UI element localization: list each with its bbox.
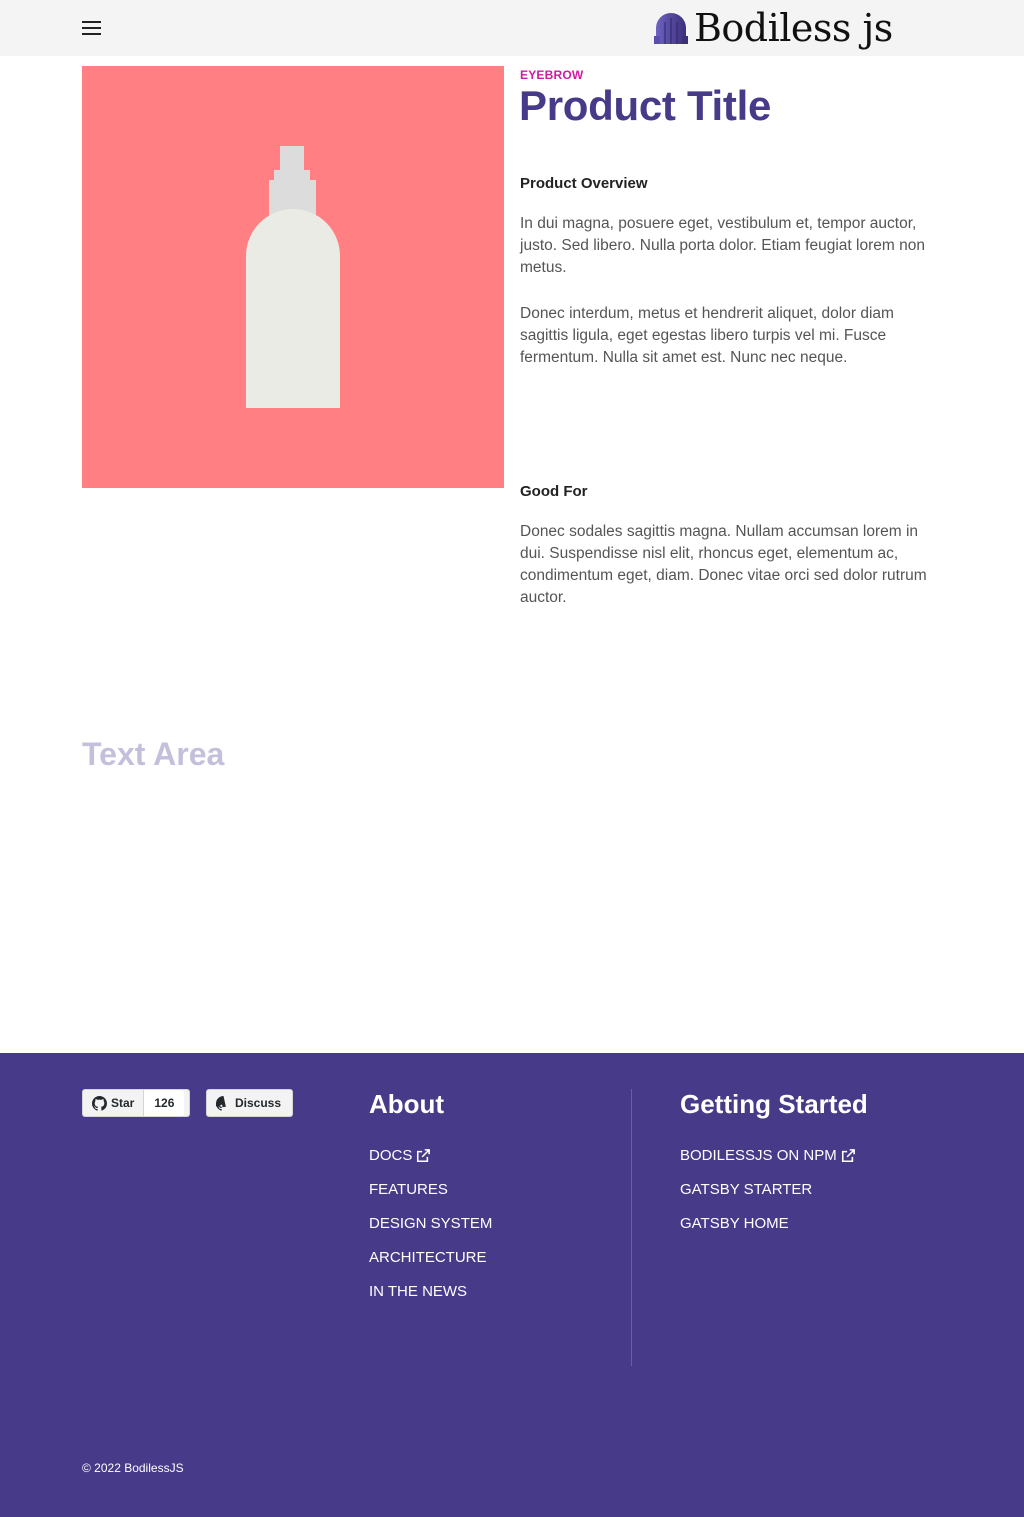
site-logo[interactable]: Bodiless js (654, 6, 893, 50)
overview-paragraph: In dui magna, posuere eget, vestibulum e… (520, 215, 925, 276)
github-icon (92, 1095, 107, 1111)
site-header: Bodiless js (0, 0, 1024, 56)
footer-link-label: DOCS (369, 1147, 413, 1164)
good-for-paragraph: Donec sodales sagittis magna. Nullam acc… (520, 523, 927, 606)
copyright-text: © 2022 BodilessJS (82, 1461, 184, 1475)
footer-column-divider (631, 1089, 632, 1366)
product-title: Product Title (519, 82, 772, 129)
about-heading: About (369, 1089, 445, 1119)
bodiless-logo-icon (654, 13, 688, 44)
external-link-icon (841, 1148, 855, 1162)
github-star-text: Star (111, 1096, 135, 1110)
footer-link-gatsby-starter[interactable]: GATSBY STARTER (680, 1181, 812, 1198)
product-overview-heading: Product Overview (520, 175, 648, 192)
footer-link-label: GATSBY STARTER (680, 1181, 813, 1198)
footer-link-label: GATSBY HOME (680, 1215, 789, 1232)
site-footer: Star 126 Discuss About DOCS FEATURES DES… (0, 1053, 1024, 1517)
footer-link-gatsby-home[interactable]: GATSBY HOME (680, 1215, 789, 1232)
footer-link-docs[interactable]: DOCS (369, 1147, 431, 1164)
github-star-label[interactable]: Star (83, 1090, 143, 1116)
github-discuss-button[interactable]: Discuss (206, 1089, 293, 1117)
logo-text: Bodiless js (694, 6, 893, 50)
github-star-count[interactable]: 126 (143, 1090, 185, 1116)
text-area-title: Text Area (82, 736, 225, 772)
hamburger-menu-icon[interactable] (82, 18, 104, 38)
product-eyebrow: EYEBROW (520, 68, 584, 82)
footer-link-label: FEATURES (369, 1181, 448, 1198)
overview-paragraph: Donec interdum, metus et hendrerit aliqu… (520, 305, 894, 366)
footer-link-label: DESIGN SYSTEM (369, 1215, 493, 1232)
github-discuss-text: Discuss (235, 1096, 282, 1110)
footer-link-in-the-news[interactable]: IN THE NEWS (369, 1283, 467, 1300)
product-image (82, 66, 504, 488)
footer-link-design-system[interactable]: DESIGN SYSTEM (369, 1215, 492, 1232)
github-icon (216, 1095, 226, 1111)
footer-link-npm[interactable]: BODILESSJS ON NPM (680, 1147, 855, 1164)
footer-link-features[interactable]: FEATURES (369, 1181, 448, 1198)
footer-link-label: BODILESSJS ON NPM (680, 1147, 837, 1164)
github-star-button[interactable]: Star 126 (82, 1089, 190, 1117)
external-link-icon (417, 1148, 431, 1162)
getting-started-heading: Getting Started (680, 1089, 868, 1119)
good-for-heading: Good For (520, 483, 588, 500)
spray-bottle-icon (246, 146, 340, 408)
github-discuss-label[interactable]: Discuss (207, 1090, 290, 1116)
footer-link-architecture[interactable]: ARCHITECTURE (369, 1249, 487, 1266)
footer-link-label: IN THE NEWS (369, 1283, 468, 1300)
footer-link-label: ARCHITECTURE (369, 1249, 487, 1266)
